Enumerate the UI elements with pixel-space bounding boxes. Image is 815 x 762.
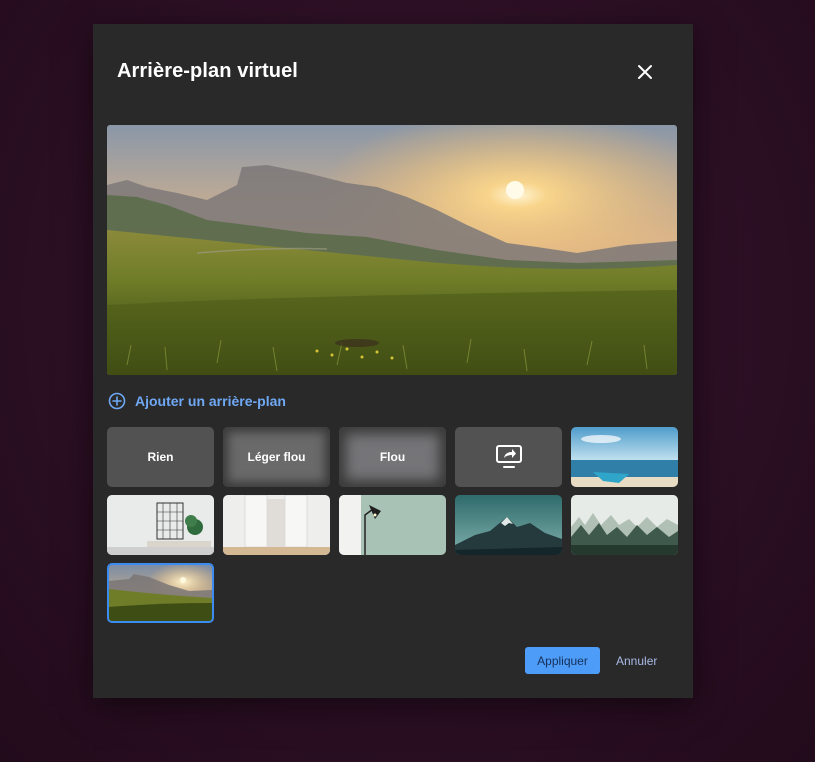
close-icon — [638, 65, 652, 79]
dialog-footer: Appliquer Annuler — [525, 647, 657, 674]
background-beach[interactable] — [571, 427, 678, 487]
background-light-blur-label: Léger flou — [247, 450, 306, 464]
apply-button[interactable]: Appliquer — [525, 647, 600, 674]
add-background-button[interactable]: Ajouter un arrière-plan — [108, 391, 286, 411]
background-blur-label: Flou — [379, 450, 406, 464]
add-background-label: Ajouter un arrière-plan — [135, 393, 286, 409]
background-options-grid: Rien Léger flou Flou — [107, 427, 678, 623]
background-share-screen[interactable] — [455, 427, 562, 487]
background-floor-lamp[interactable] — [339, 495, 446, 555]
white-room-thumbnail — [107, 495, 214, 555]
background-none-label: Rien — [147, 450, 174, 464]
background-white-room[interactable] — [107, 495, 214, 555]
background-misty-forest[interactable] — [571, 495, 678, 555]
background-preview — [107, 125, 677, 375]
background-light-blur[interactable]: Léger flou — [223, 427, 330, 487]
background-meadow-sunset[interactable] — [107, 563, 214, 623]
close-button[interactable] — [631, 58, 659, 86]
dialog-title: Arrière-plan virtuel — [117, 60, 298, 82]
cancel-button[interactable]: Annuler — [616, 647, 657, 674]
meadow-sunset-thumbnail — [109, 565, 212, 621]
virtual-background-dialog: Arrière-plan virtuel Ajouter un arrière-… — [93, 24, 693, 698]
background-blur[interactable]: Flou — [339, 427, 446, 487]
white-doors-thumbnail — [223, 495, 330, 555]
background-none[interactable]: Rien — [107, 427, 214, 487]
preview-image — [107, 125, 677, 375]
background-mountain-peak[interactable] — [455, 495, 562, 555]
misty-forest-thumbnail — [571, 495, 678, 555]
background-white-doors[interactable] — [223, 495, 330, 555]
plus-circle-icon — [108, 392, 126, 410]
share-screen-icon — [495, 445, 522, 468]
beach-thumbnail — [571, 427, 678, 487]
mountain-peak-thumbnail — [455, 495, 562, 555]
floor-lamp-thumbnail — [339, 495, 446, 555]
